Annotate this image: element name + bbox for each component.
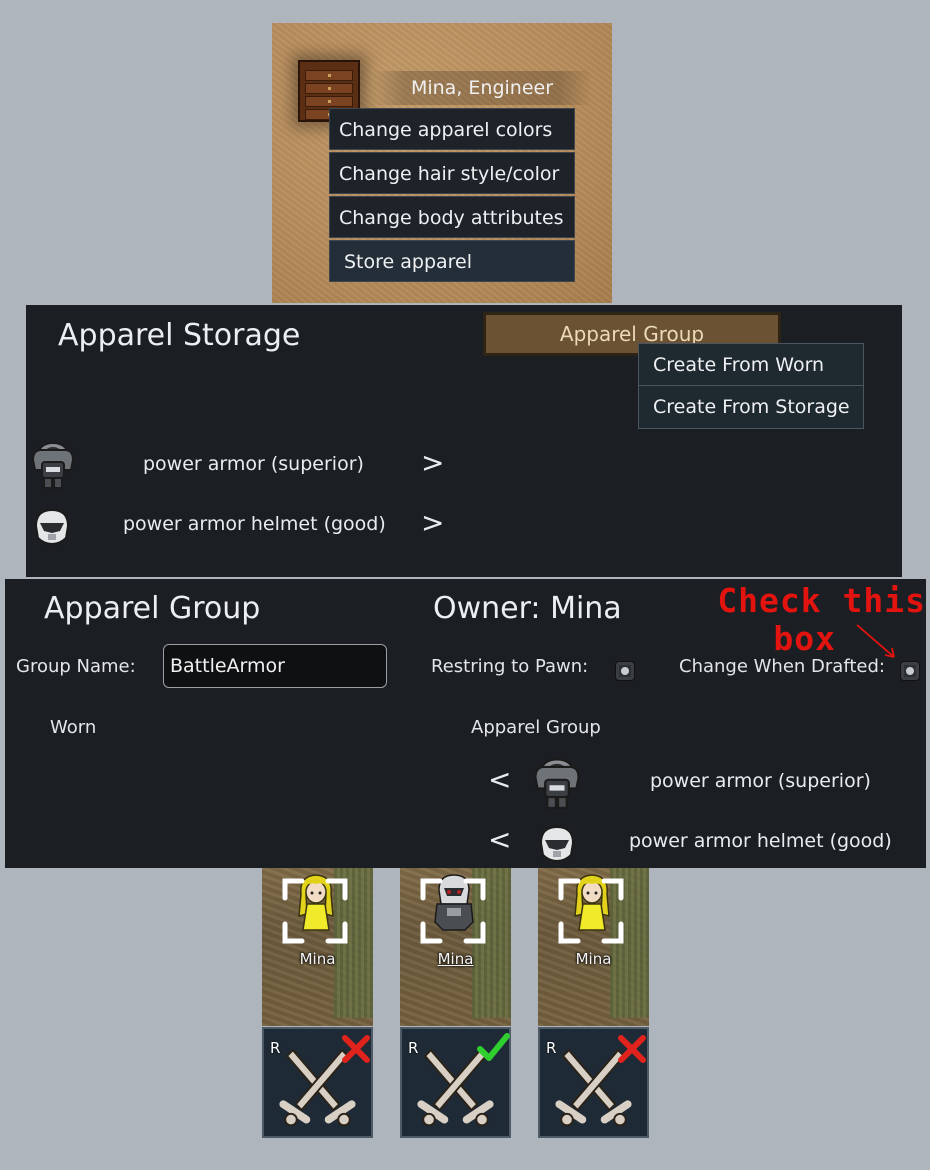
change-when-drafted-checkbox[interactable] xyxy=(900,661,920,681)
draft-toggle-button[interactable]: R xyxy=(262,1027,373,1138)
storage-item-label: power armor (superior) xyxy=(143,453,364,475)
selection-bracket-icon xyxy=(282,878,348,944)
power-armor-icon xyxy=(529,754,585,810)
drafted-check-icon xyxy=(477,1033,510,1061)
apparel-storage-window: Apparel Storage Apparel Group Create Fro… xyxy=(26,305,902,577)
chevron-right-icon[interactable]: > xyxy=(421,506,444,539)
worn-column-label: Worn xyxy=(50,717,97,738)
draft-marker-label: R xyxy=(546,1039,557,1057)
group-name-label: Group Name: xyxy=(16,656,136,677)
selection-bracket-icon xyxy=(420,878,486,944)
undrafted-x-icon xyxy=(618,1035,646,1063)
draft-toggle-button[interactable]: R xyxy=(538,1027,649,1138)
pawn-name-label: Mina, Engineer xyxy=(372,71,592,105)
furniture-context-menu: Change apparel colors Change hair style/… xyxy=(329,108,575,284)
list-item: power armor (superior) > xyxy=(26,438,466,494)
pawn-name: Mina xyxy=(437,950,474,968)
undrafted-x-icon xyxy=(342,1035,370,1063)
annotation-line-1: Check this xyxy=(717,581,926,620)
pawn-name: Mina xyxy=(299,950,336,968)
draft-toggle-button[interactable]: R xyxy=(400,1027,511,1138)
apparel-group-column-label: Apparel Group xyxy=(471,717,601,738)
restrict-to-pawn-label: Restring to Pawn: xyxy=(431,656,589,677)
group-name-input[interactable] xyxy=(163,644,387,688)
draft-marker-label: R xyxy=(408,1039,419,1057)
owner-label: Owner: Mina xyxy=(433,591,622,626)
pawn-portrait[interactable]: Mina xyxy=(538,868,649,1026)
chevron-right-icon[interactable]: > xyxy=(421,446,444,479)
furniture-panel: Mina, Engineer Change apparel colors Cha… xyxy=(272,23,612,303)
menu-item-change-hair-style[interactable]: Change hair style/color xyxy=(329,152,575,194)
restrict-to-pawn-checkbox[interactable] xyxy=(615,661,635,681)
list-item: power armor helmet (good) > xyxy=(26,500,466,556)
menu-item-change-apparel-colors[interactable]: Change apparel colors xyxy=(329,108,575,150)
selection-bracket-icon xyxy=(558,878,624,944)
group-item-label: power armor helmet (good) xyxy=(629,830,892,852)
annotation-arrow-icon xyxy=(856,624,895,658)
power-armor-icon xyxy=(27,438,79,490)
group-window-title: Apparel Group xyxy=(44,591,261,626)
menu-item-change-body-attributes[interactable]: Change body attributes xyxy=(329,196,575,238)
menu-item-create-from-worn[interactable]: Create From Worn xyxy=(638,343,864,386)
pawn-portrait[interactable]: Mina xyxy=(400,868,511,1026)
apparel-group-dropdown: Create From Worn Create From Storage xyxy=(638,343,864,429)
menu-item-store-apparel[interactable]: Store apparel xyxy=(329,240,575,282)
chevron-left-icon[interactable]: < xyxy=(488,823,511,856)
storage-window-title: Apparel Storage xyxy=(58,318,301,353)
chevron-left-icon[interactable]: < xyxy=(488,763,511,796)
power-armor-helmet-icon xyxy=(537,823,577,863)
group-item-label: power armor (superior) xyxy=(650,770,871,792)
power-armor-helmet-icon xyxy=(32,506,72,546)
storage-item-label: power armor helmet (good) xyxy=(123,513,386,535)
menu-item-create-from-storage[interactable]: Create From Storage xyxy=(638,386,864,429)
pawn-name: Mina xyxy=(575,950,612,968)
pawn-portrait[interactable]: Mina xyxy=(262,868,373,1026)
draft-marker-label: R xyxy=(270,1039,281,1057)
